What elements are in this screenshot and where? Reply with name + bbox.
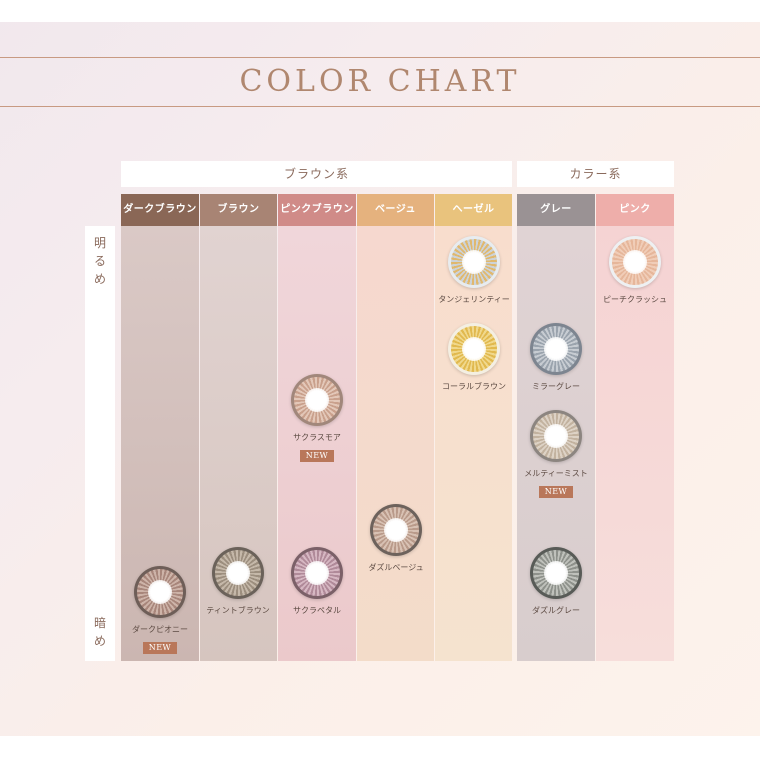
axis-label-dark: 暗め [93,616,106,648]
new-badge: NEW [142,642,178,654]
lens-name: ダズルグレー [532,606,580,615]
lens-image [530,547,582,599]
lens-dazzle-beige[interactable]: ダズルベージュ [351,504,441,573]
lens-image [530,323,582,375]
lens-name: タンジェリンティー [438,295,510,304]
page-title: COLOR CHART [239,64,521,99]
lens-name: メルティーミスト [524,469,588,478]
lens-name: サクラスモア [293,433,341,442]
column-header-pink-brown: ピンクブラウン [278,194,356,226]
lens-name: ダズルベージュ [368,563,424,572]
lens-image [530,410,582,462]
lens-dazzle-gray[interactable]: ダズルグレー [511,547,601,616]
top-band [0,0,760,22]
lens-name: ミラーグレー [532,382,580,391]
title-rule-bottom [0,106,760,107]
column-header-dark-brown: ダークブラウン [121,194,199,226]
column-header-brown: ブラウン [200,194,277,226]
lens-image [291,547,343,599]
lens-image [370,504,422,556]
new-badge: NEW [299,450,335,462]
column-header-hazel: ヘーゼル [435,194,512,226]
lens-peach-crush[interactable]: ピーチクラッシュ [590,236,680,305]
lens-dark-peony[interactable]: ダークピオニー NEW [115,566,205,654]
lens-name: サクラペタル [293,606,341,615]
lens-tint-brown[interactable]: ティントブラウン [193,547,283,616]
lens-image [134,566,186,618]
brightness-axis [85,226,115,661]
lens-name: ピーチクラッシュ [603,295,667,304]
lens-sakura-smore[interactable]: サクラスモア NEW [272,374,362,462]
title-rule-top [0,57,760,58]
lens-image [448,236,500,288]
lens-name: コーラルブラウン [442,382,506,391]
group-header-brown: ブラウン系 [121,161,512,187]
column-header-gray: グレー [517,194,595,226]
lens-tangerine-tea[interactable]: タンジェリンティー [429,236,519,305]
lens-image [609,236,661,288]
lens-coral-brown[interactable]: コーラルブラウン [429,323,519,392]
column-header-beige: ベージュ [357,194,434,226]
bottom-band [0,736,760,760]
lens-image [212,547,264,599]
axis-label-bright: 明るめ [93,236,106,286]
lens-mirror-gray[interactable]: ミラーグレー [511,323,601,392]
new-badge: NEW [538,486,574,498]
lens-sakura-petal[interactable]: サクラペタル [272,547,362,616]
lens-image [448,323,500,375]
lens-image [291,374,343,426]
group-header-color: カラー系 [517,161,674,187]
lens-name: ダークピオニー [132,625,188,634]
lens-name: ティントブラウン [206,606,270,615]
lens-melty-mist[interactable]: メルティーミスト NEW [511,410,601,498]
column-body-beige [357,226,434,661]
column-header-pink: ピンク [596,194,674,226]
